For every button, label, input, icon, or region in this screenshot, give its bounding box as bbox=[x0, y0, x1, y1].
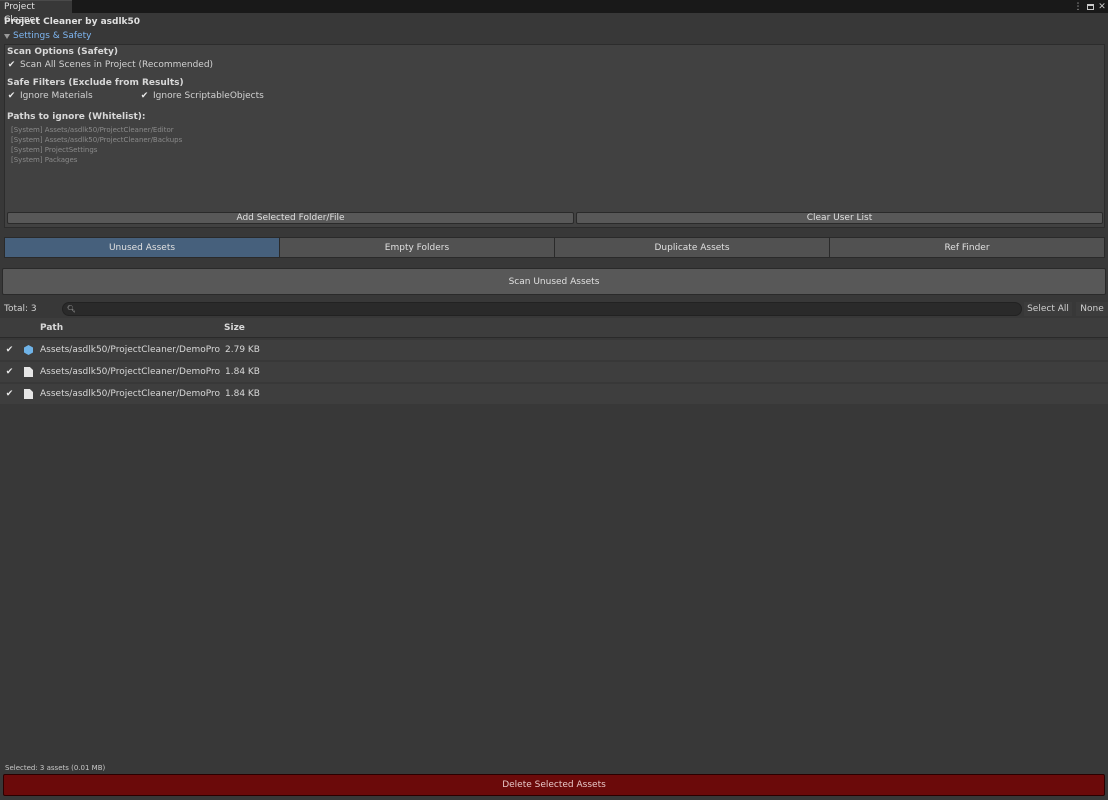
ignore-scriptable-label: Ignore ScriptableObjects bbox=[153, 91, 264, 101]
search-icon: 🔍︎ bbox=[67, 305, 76, 313]
ignore-materials-label: Ignore Materials bbox=[20, 91, 93, 101]
delete-selected-button[interactable]: Delete Selected Assets bbox=[3, 774, 1105, 796]
row-size: 1.84 KB bbox=[225, 389, 260, 399]
document-icon bbox=[24, 389, 33, 399]
select-none-button[interactable]: None bbox=[1076, 302, 1108, 316]
close-icon[interactable]: ✕ bbox=[1098, 2, 1106, 12]
row-path: Assets/asdlk50/ProjectCleaner/DemoProjec bbox=[40, 345, 220, 355]
editor-tab-strip: Project Cleaner ⋮ ✕ bbox=[0, 0, 1108, 25]
settings-foldout[interactable]: Settings & Safety bbox=[4, 31, 91, 41]
table-header: Path Size bbox=[0, 318, 1108, 338]
checkbox-icon[interactable]: ✔ bbox=[7, 91, 16, 101]
column-header-size[interactable]: Size bbox=[224, 323, 245, 333]
settings-panel: Scan Options (Safety) ✔ Scan All Scenes … bbox=[4, 44, 1105, 228]
tab-unused-assets[interactable]: Unused Assets bbox=[5, 238, 280, 257]
paths-ignore-label: Paths to ignore (Whitelist): bbox=[7, 112, 146, 122]
clear-user-list-button[interactable]: Clear User List bbox=[576, 212, 1103, 224]
tool-tabs: Unused Assets Empty Folders Duplicate As… bbox=[4, 237, 1105, 258]
maximize-icon[interactable] bbox=[1086, 2, 1094, 12]
scan-unused-button[interactable]: Scan Unused Assets bbox=[2, 268, 1106, 295]
checkbox-icon[interactable]: ✔ bbox=[140, 91, 149, 101]
tab-ref-finder[interactable]: Ref Finder bbox=[830, 238, 1104, 257]
row-path: Assets/asdlk50/ProjectCleaner/DemoProjec bbox=[40, 389, 220, 399]
row-checkbox[interactable]: ✔ bbox=[5, 367, 14, 377]
row-size: 2.79 KB bbox=[225, 345, 260, 355]
scan-options-label: Scan Options (Safety) bbox=[7, 47, 118, 57]
checkbox-icon[interactable]: ✔ bbox=[7, 60, 16, 70]
results-toolbar: Total: 3 🔍︎ Select All None bbox=[0, 302, 1108, 316]
column-header-path[interactable]: Path bbox=[40, 323, 63, 333]
add-folder-button[interactable]: Add Selected Folder/File bbox=[7, 212, 574, 224]
whitelist-item: [System] Assets/asdlk50/ProjectCleaner/E… bbox=[11, 126, 174, 134]
tab-empty-folders[interactable]: Empty Folders bbox=[280, 238, 555, 257]
ignore-scriptable-toggle[interactable]: ✔ Ignore ScriptableObjects bbox=[140, 91, 264, 101]
row-checkbox[interactable]: ✔ bbox=[5, 345, 14, 355]
table-row[interactable]: ✔ Assets/asdlk50/ProjectCleaner/DemoProj… bbox=[0, 340, 1108, 360]
ignore-materials-toggle[interactable]: ✔ Ignore Materials bbox=[7, 91, 93, 101]
window-controls: ⋮ ✕ bbox=[1074, 0, 1106, 13]
row-checkbox[interactable]: ✔ bbox=[5, 389, 14, 399]
window-tab[interactable]: Project Cleaner bbox=[0, 0, 72, 25]
total-count: Total: 3 bbox=[4, 304, 37, 314]
table-row[interactable]: ✔ Assets/asdlk50/ProjectCleaner/DemoProj… bbox=[0, 384, 1108, 404]
app-title: Project Cleaner by asdlk50 bbox=[4, 17, 141, 27]
safe-filters-label: Safe Filters (Exclude from Results) bbox=[7, 78, 184, 88]
foldout-arrow-icon bbox=[4, 33, 10, 39]
document-icon bbox=[24, 367, 33, 377]
table-row[interactable]: ✔ Assets/asdlk50/ProjectCleaner/DemoProj… bbox=[0, 362, 1108, 382]
whitelist-item: [System] Assets/asdlk50/ProjectCleaner/B… bbox=[11, 136, 183, 144]
tab-duplicate-assets[interactable]: Duplicate Assets bbox=[555, 238, 830, 257]
scan-all-scenes-toggle[interactable]: ✔ Scan All Scenes in Project (Recommende… bbox=[7, 60, 213, 70]
selection-status: Selected: 3 assets (0.01 MB) bbox=[5, 764, 106, 772]
select-all-button[interactable]: Select All bbox=[1024, 302, 1072, 316]
whitelist-item: [System] ProjectSettings bbox=[11, 146, 98, 154]
whitelist-item: [System] Packages bbox=[11, 156, 78, 164]
row-size: 1.84 KB bbox=[225, 367, 260, 377]
whitelist-list: [System] Assets/asdlk50/ProjectCleaner/E… bbox=[11, 125, 182, 165]
prefab-cube-icon bbox=[24, 345, 33, 355]
search-field[interactable]: 🔍︎ bbox=[62, 302, 1022, 316]
search-input[interactable] bbox=[78, 303, 1021, 315]
scan-all-scenes-label: Scan All Scenes in Project (Recommended) bbox=[20, 60, 214, 70]
foldout-label: Settings & Safety bbox=[13, 31, 92, 41]
more-options-icon[interactable]: ⋮ bbox=[1074, 2, 1083, 12]
row-path: Assets/asdlk50/ProjectCleaner/DemoProjec bbox=[40, 367, 220, 377]
